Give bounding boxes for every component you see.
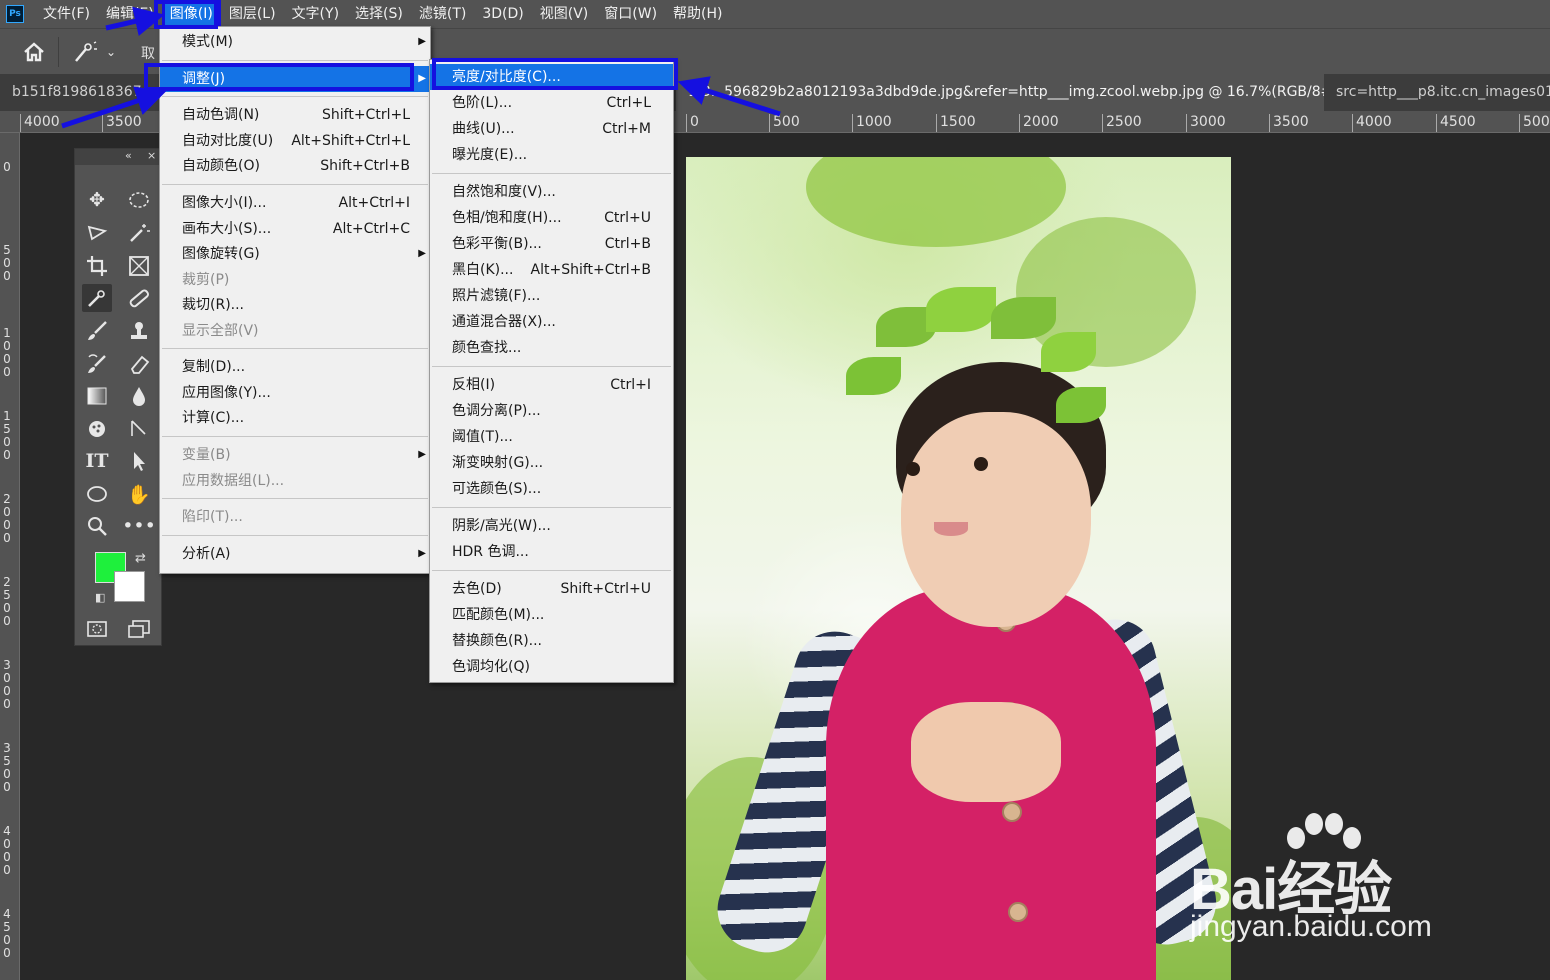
arrow-to-image-menu <box>105 6 165 36</box>
photoshop-window: Ps 文件(F) 编辑(E) 图像(I) 图层(L) 文字(Y) 选择(S) 滤镜(T) 3D… <box>0 0 1550 980</box>
arrow-to-adjust <box>61 86 167 129</box>
annotation-arrows <box>61 6 781 129</box>
arrow-to-brightness <box>677 76 781 117</box>
